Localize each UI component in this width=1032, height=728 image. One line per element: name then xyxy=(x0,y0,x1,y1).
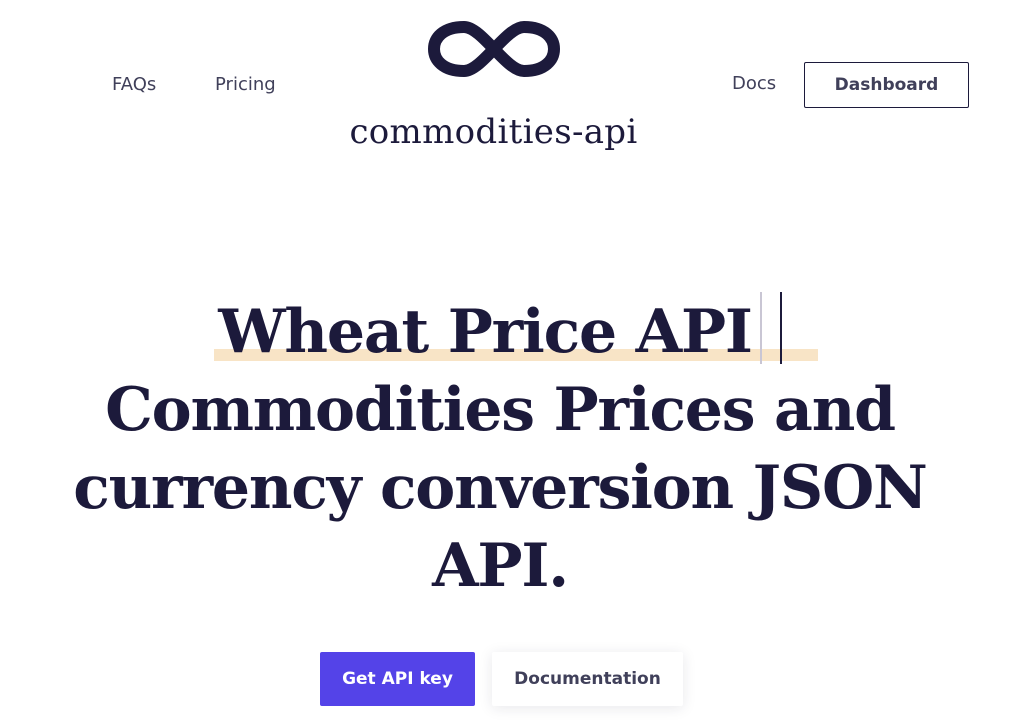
typed-headline: Wheat Price API xyxy=(214,292,818,371)
get-api-key-button[interactable]: Get API key xyxy=(320,652,475,706)
hero-line-4: API. xyxy=(432,531,569,601)
hero-line-3: currency conversion JSON xyxy=(73,453,928,523)
infinity-icon[interactable] xyxy=(428,19,560,79)
hero-line-1: Wheat Price API xyxy=(40,292,960,371)
typing-cursor-ghost xyxy=(759,292,762,364)
nav-docs-link[interactable]: Docs xyxy=(732,73,776,94)
documentation-button[interactable]: Documentation xyxy=(492,652,683,706)
dashboard-button[interactable]: Dashboard xyxy=(804,62,969,108)
typing-cursor xyxy=(779,292,782,364)
hero-line-2: Commodities Prices and xyxy=(105,375,896,445)
typed-text: Wheat Price API xyxy=(218,297,753,367)
nav-faqs-link[interactable]: FAQs xyxy=(112,74,156,95)
nav-pricing-link[interactable]: Pricing xyxy=(215,74,276,95)
hero-headline: Wheat Price API Commodities Prices and c… xyxy=(40,292,960,605)
brand-name[interactable]: commodities-api xyxy=(0,112,987,152)
